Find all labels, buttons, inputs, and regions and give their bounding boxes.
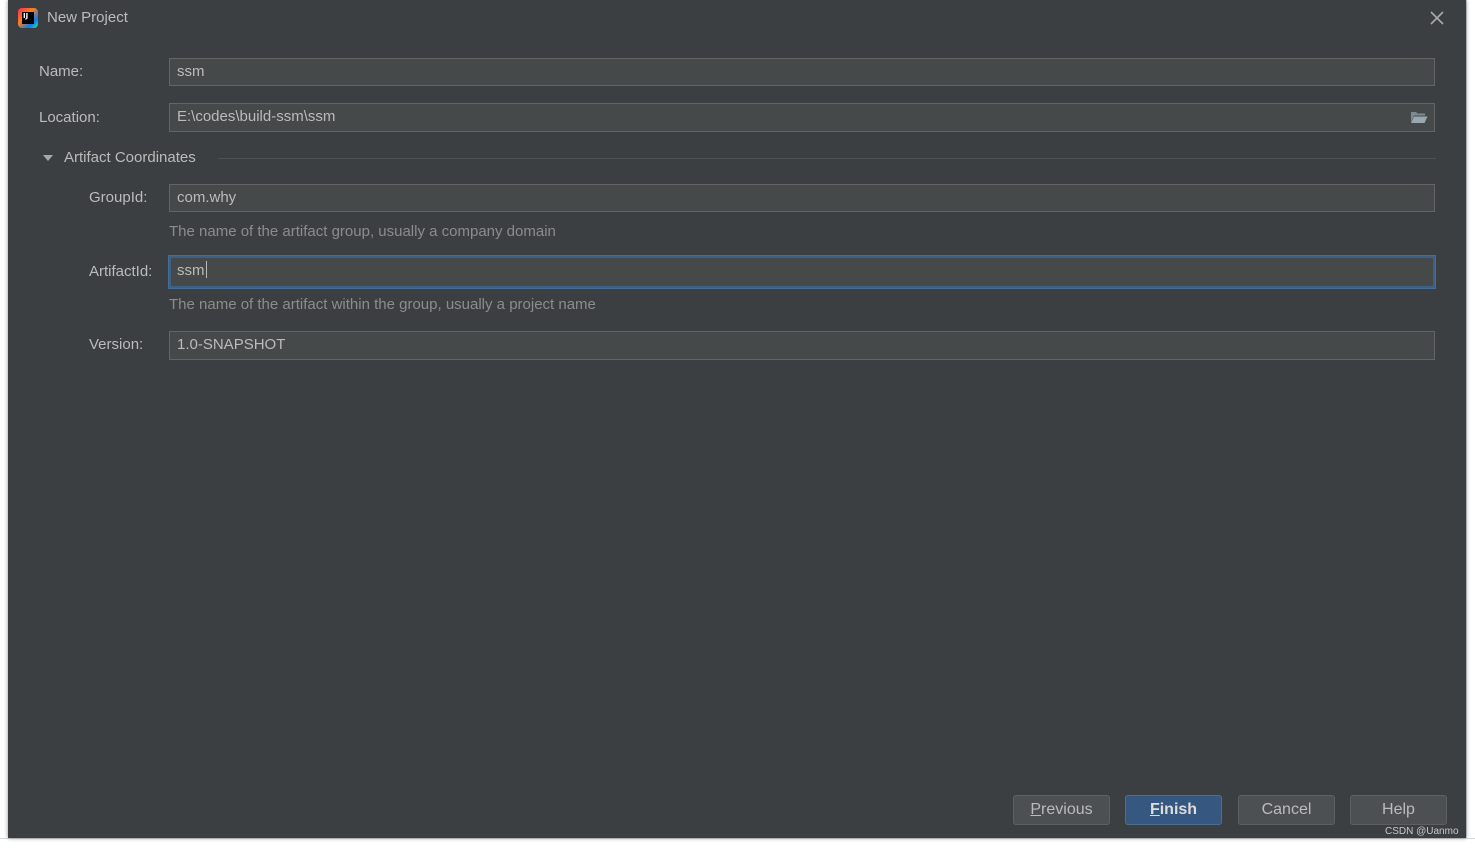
artifactid-hint: The name of the artifact within the grou… (169, 296, 596, 313)
location-label: Location: (39, 109, 100, 126)
previous-button[interactable]: Previous (1013, 795, 1110, 825)
name-label: Name: (39, 63, 84, 80)
background-window-left (0, 0, 8, 847)
section-divider (218, 158, 1436, 159)
close-icon[interactable] (1428, 9, 1446, 27)
browse-folder-icon[interactable] (1410, 110, 1428, 124)
location-input-value: E:\codes\build-ssm\ssm (177, 108, 336, 125)
new-project-dialog: IJ New Project Name: ssm Location: E:\co… (8, 0, 1466, 838)
artifactid-input-value: ssm (177, 262, 205, 279)
name-input[interactable]: ssm (169, 58, 1435, 86)
groupid-input[interactable]: com.why (169, 184, 1435, 212)
watermark: CSDN @Uanmo (1385, 826, 1459, 837)
groupid-label: GroupId: (89, 189, 148, 206)
text-caret (205, 261, 207, 279)
background-window-right (1466, 0, 1475, 847)
help-button[interactable]: Help (1350, 795, 1447, 825)
finish-button[interactable]: Finish (1125, 795, 1222, 825)
title-bar[interactable]: IJ New Project (8, 0, 1466, 36)
cancel-button[interactable]: Cancel (1238, 795, 1335, 825)
groupid-hint: The name of the artifact group, usually … (169, 223, 556, 240)
artifact-coordinates-title[interactable]: Artifact Coordinates (64, 149, 196, 166)
location-input[interactable]: E:\codes\build-ssm\ssm (169, 103, 1435, 132)
collapse-triangle-icon[interactable] (42, 152, 54, 164)
artifactid-input[interactable]: ssm (168, 255, 1436, 289)
window-title: New Project (47, 9, 128, 26)
version-input[interactable]: 1.0-SNAPSHOT (169, 331, 1435, 360)
artifactid-label: ArtifactId: (89, 263, 153, 280)
version-label: Version: (89, 336, 144, 353)
intellij-app-icon: IJ (18, 8, 38, 28)
